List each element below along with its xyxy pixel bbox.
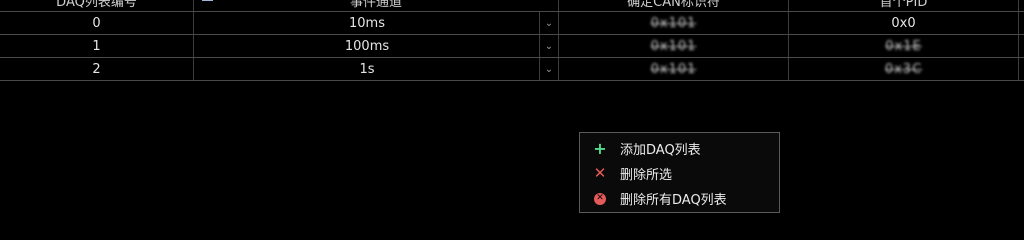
header-spacer — [1019, 0, 1024, 11]
row-spacer — [1019, 58, 1024, 80]
first-pid-value: 0x1E — [885, 38, 922, 54]
circle-x-icon: ✕ — [594, 192, 606, 205]
row-spacer — [1019, 12, 1024, 34]
event-channel-select[interactable]: 1s ⌄ — [194, 58, 559, 80]
chevron-down-icon[interactable]: ⌄ — [539, 35, 558, 57]
event-channel-value: 100ms — [344, 38, 390, 54]
first-pid-cell[interactable]: 0x0 — [789, 12, 1019, 34]
can-id-value: 0x101 — [650, 38, 697, 54]
chevron-down-icon[interactable]: ⌄ — [539, 12, 558, 34]
event-channel-value: 1s — [359, 61, 375, 77]
chevron-down-icon[interactable]: ⌄ — [539, 58, 558, 80]
table-row[interactable]: 1 100ms ⌄ 0x101 0x1E — [0, 35, 1024, 58]
event-channel-value: 10ms — [349, 15, 385, 31]
header-event-channel-label: 事件通道 — [349, 0, 402, 10]
daq-index-cell: 2 — [0, 58, 194, 80]
event-channel-select[interactable]: 10ms ⌄ — [194, 12, 559, 34]
header-daq-list-number[interactable]: DAQ列表编号 — [0, 0, 194, 11]
menu-item-delete-all-daq-lists[interactable]: ✕ 删除所有DAQ列表 — [580, 186, 779, 211]
menu-item-label: 添加DAQ列表 — [620, 143, 701, 158]
menu-item-delete-selected[interactable]: ✕ 删除所选 — [580, 161, 779, 186]
cross-icon: ✕ — [593, 164, 607, 182]
menu-item-add-daq-list[interactable]: + 添加DAQ列表 — [580, 136, 779, 161]
header-event-channel[interactable]: 事件通道 — [194, 0, 559, 11]
first-pid-value: 0x3C — [884, 61, 923, 77]
header-checkbox[interactable] — [202, 0, 213, 1]
header-first-pid[interactable]: 首个PID — [789, 0, 1019, 11]
context-menu: + 添加DAQ列表 ✕ 删除所选 ✕ 删除所有DAQ列表 — [579, 132, 780, 213]
can-id-cell[interactable]: 0x101 — [559, 58, 789, 80]
first-pid-cell[interactable]: 0x1E — [789, 35, 1019, 57]
first-pid-cell[interactable]: 0x3C — [789, 58, 1019, 80]
can-id-cell[interactable]: 0x101 — [559, 12, 789, 34]
table-row[interactable]: 2 1s ⌄ 0x101 0x3C — [0, 58, 1024, 81]
daq-table: DAQ列表编号 事件通道 确定CAN标识符 首个PID 0 10ms ⌄ 0x1… — [0, 0, 1024, 81]
row-spacer — [1019, 35, 1024, 57]
daq-index-cell: 0 — [0, 12, 194, 34]
header-can-identifier[interactable]: 确定CAN标识符 — [559, 0, 789, 11]
menu-item-label: 删除所选 — [620, 168, 673, 183]
can-id-value: 0x101 — [650, 61, 697, 77]
table-header: DAQ列表编号 事件通道 确定CAN标识符 首个PID — [0, 0, 1024, 12]
plus-icon: + — [593, 138, 607, 158]
table-row[interactable]: 0 10ms ⌄ 0x101 0x0 — [0, 12, 1024, 35]
daq-index-cell: 1 — [0, 35, 194, 57]
can-id-cell[interactable]: 0x101 — [559, 35, 789, 57]
menu-item-label: 删除所有DAQ列表 — [620, 193, 727, 208]
can-id-value: 0x101 — [650, 15, 697, 31]
event-channel-select[interactable]: 100ms ⌄ — [194, 35, 559, 57]
